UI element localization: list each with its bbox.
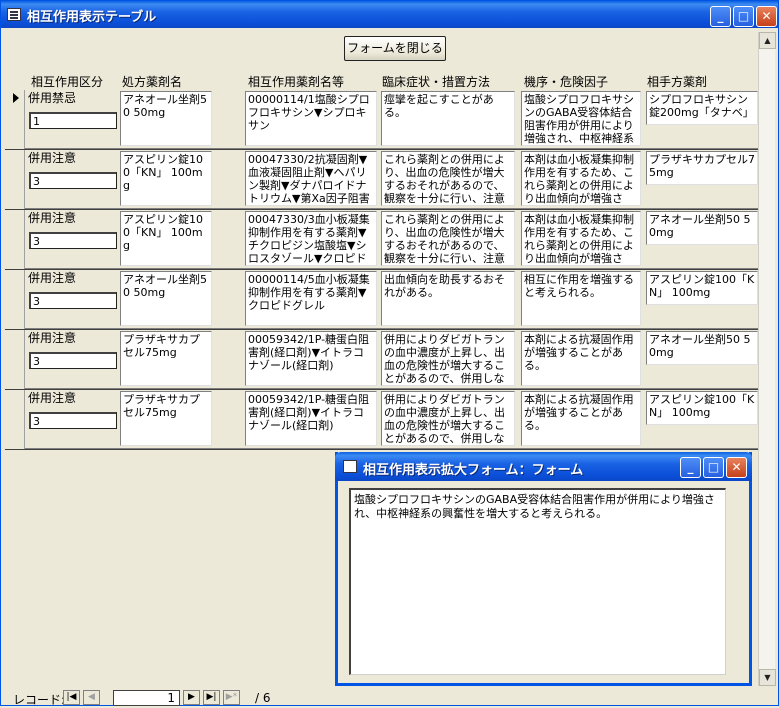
interaction-category-field[interactable]: 併用禁忌 — [27, 91, 119, 107]
header-mechanism: 機序・危険因子 — [524, 75, 609, 89]
maximize-button[interactable]: □ — [733, 6, 754, 27]
current-record-arrow-icon — [13, 93, 19, 103]
popup-form-icon — [343, 460, 357, 473]
table-row[interactable]: 併用注意 3 プラザキサカプセル75mg 00059342/1P-糖蛋白阻害剤(経口剤… — [5, 390, 775, 449]
scroll-down-icon[interactable]: ▼ — [759, 669, 776, 686]
minimize-button[interactable]: _ — [710, 6, 731, 27]
drug-field[interactable]: アネオール坐剤50 50mg — [120, 271, 212, 326]
vertical-scrollbar[interactable]: ▲ ▼ — [758, 32, 776, 686]
interaction-category-field[interactable]: 併用注意 — [27, 331, 119, 347]
clinical-field[interactable]: これら薬剤との併用により、出血の危険性が増大するおそれがあるので、観察を十分に行… — [381, 211, 515, 266]
partner-field[interactable]: シプロフロキサシン錠200mg「タナベ」 — [646, 91, 758, 125]
record-number-input[interactable]: 1 — [113, 690, 180, 706]
interact-field[interactable]: 00047330/3血小板凝集抑制作用を有する薬剤▼チクロピジン塩酸塩▼シロスタ… — [245, 211, 377, 266]
partner-field[interactable]: アネオール坐剤50 50mg — [646, 211, 758, 245]
interact-field[interactable]: 00000114/5血小板凝集抑制作用を有する薬剤▼クロピドグレル — [245, 271, 377, 326]
close-button[interactable]: ✕ — [756, 6, 777, 27]
popup-title: 相互作用表示拡大フォーム：フォーム — [363, 463, 584, 478]
clinical-field[interactable]: 出血傾向を助長するおそれがある。 — [381, 271, 515, 326]
record-selector[interactable] — [5, 270, 25, 329]
clinical-field[interactable]: 併用によりダビガトランの血中濃度が上昇し、出血の危険性が増大することがあるので、… — [381, 391, 515, 446]
drug-field[interactable]: プラザキサカプセル75mg — [120, 331, 212, 386]
scroll-up-icon[interactable]: ▲ — [759, 32, 776, 49]
popup-detail-text[interactable]: 塩酸シプロフロキサシンのGABA受容体結合阻害作用が併用により増強され、中枢神経… — [349, 488, 726, 675]
table-row[interactable]: 併用注意 3 アスピリン錠100「KN」 100mg 00047330/3血小板凝集抑… — [5, 210, 775, 269]
partner-field[interactable]: アスピリン錠100「KN」 100mg — [646, 391, 758, 425]
header-interact: 相互作用薬剤名等 — [248, 75, 345, 89]
table-row[interactable]: 併用禁忌 1 アネオール坐剤50 50mg 00000114/1塩酸シプロフロキサシン… — [5, 90, 775, 149]
interact-field[interactable]: 00059342/1P-糖蛋白阻害剤(経口剤)▼イトラコナゾール(経口剤) — [245, 331, 377, 386]
category-number-field[interactable]: 1 — [29, 112, 117, 129]
clinical-field[interactable]: これら薬剤との併用により、出血の危険性が増大するおそれがあるので、観察を十分に行… — [381, 151, 515, 206]
next-record-icon[interactable]: ▶ — [183, 690, 200, 705]
window-title: 相互作用表示テーブル — [27, 10, 157, 25]
record-selector[interactable] — [5, 90, 25, 149]
partner-field[interactable]: アスピリン錠100「KN」 100mg — [646, 271, 758, 305]
header-clinical: 臨床症状・措置方法 — [382, 75, 491, 89]
header-kubun: 相互作用区分 — [31, 75, 104, 89]
row-divider — [5, 449, 775, 450]
record-total: / 6 — [255, 691, 271, 705]
partner-field[interactable]: プラザキサカプセル75mg — [646, 151, 758, 185]
clinical-field[interactable]: 併用によりダビガトランの血中濃度が上昇し、出血の危険性が増大することがあるので、… — [381, 331, 515, 386]
category-number-field[interactable]: 3 — [29, 292, 117, 309]
mechanism-field[interactable]: 本剤は血小板凝集抑制作用を有するため、これら薬剤との併用により出血傾向が増強さ — [521, 151, 641, 206]
interact-field[interactable]: 00000114/1塩酸シプロフロキサシン▼シプロキサン — [245, 91, 377, 146]
interaction-category-field[interactable]: 併用注意 — [27, 211, 119, 227]
partner-field[interactable]: アネオール坐剤50 50mg — [646, 331, 758, 365]
drug-field[interactable]: アスピリン錠100「KN」 100mg — [120, 211, 212, 266]
drug-field[interactable]: アネオール坐剤50 50mg — [120, 91, 212, 146]
header-partner: 相手方薬剤 — [647, 75, 708, 89]
popup-minimize-button[interactable]: _ — [680, 457, 701, 478]
record-selector[interactable] — [5, 330, 25, 389]
drug-field[interactable]: アスピリン錠100「KN」 100mg — [120, 151, 212, 206]
mechanism-field[interactable]: 相互に作用を増強すると考えられる。 — [521, 271, 641, 326]
popup-title-bar[interactable]: 相互作用表示拡大フォーム：フォーム _ □ ✕ — [335, 452, 752, 481]
popup-maximize-button[interactable]: □ — [703, 457, 724, 478]
record-selector[interactable] — [5, 390, 25, 449]
zoom-popup-window: 相互作用表示拡大フォーム：フォーム _ □ ✕ 塩酸シプロフロキサシンのGABA… — [335, 452, 752, 686]
interaction-category-field[interactable]: 併用注意 — [27, 151, 119, 167]
interact-field[interactable]: 00059342/1P-糖蛋白阻害剤(経口剤)▼イトラコナゾール(経口剤) — [245, 391, 377, 446]
first-record-icon[interactable]: |◀ — [63, 690, 80, 705]
table-row[interactable]: 併用注意 3 アネオール坐剤50 50mg 00000114/5血小板凝集抑制作用を有… — [5, 270, 775, 329]
prev-record-icon[interactable]: ◀ — [83, 690, 100, 705]
record-navigator: レコード: |◀ ◀ 1 ▶ ▶| ▶* / 6 — [5, 689, 760, 707]
mechanism-field[interactable]: 本剤による抗凝固作用が増強することがある。 — [521, 331, 641, 386]
header-drug: 処方薬剤名 — [122, 75, 183, 89]
table-row[interactable]: 併用注意 3 アスピリン錠100「KN」 100mg 00047330/2抗凝固剤▼血… — [5, 150, 775, 209]
record-selector[interactable] — [5, 210, 25, 269]
form-icon — [7, 8, 21, 21]
mechanism-field[interactable]: 塩酸シプロフロキサシンのGABA受容体結合阻害作用が併用により増強され、中枢神経… — [521, 91, 641, 146]
record-selector[interactable] — [5, 150, 25, 209]
interaction-category-field[interactable]: 併用注意 — [27, 391, 119, 407]
category-number-field[interactable]: 3 — [29, 172, 117, 189]
record-label: レコード: — [13, 693, 66, 707]
category-number-field[interactable]: 3 — [29, 352, 117, 369]
mechanism-field[interactable]: 本剤は血小板凝集抑制作用を有するため、これら薬剤との併用により出血傾向が増強さ — [521, 211, 641, 266]
category-number-field[interactable]: 3 — [29, 232, 117, 249]
close-form-button[interactable]: フォームを閉じる — [344, 36, 446, 61]
category-number-field[interactable]: 3 — [29, 412, 117, 429]
table-row[interactable]: 併用注意 3 プラザキサカプセル75mg 00059342/1P-糖蛋白阻害剤(経口剤… — [5, 330, 775, 389]
drug-field[interactable]: プラザキサカプセル75mg — [120, 391, 212, 446]
last-record-icon[interactable]: ▶| — [203, 690, 220, 705]
title-bar[interactable]: 相互作用表示テーブル _ □ ✕ — [1, 1, 778, 28]
mechanism-field[interactable]: 本剤による抗凝固作用が増強することがある。 — [521, 391, 641, 446]
clinical-field[interactable]: 痙攣を起こすことがある。 — [381, 91, 515, 146]
interact-field[interactable]: 00047330/2抗凝固剤▼血液凝固阻止剤▼ヘパリン製剤▼ダナパロイドナトリウ… — [245, 151, 377, 206]
interaction-category-field[interactable]: 併用注意 — [27, 271, 119, 287]
popup-close-button[interactable]: ✕ — [726, 457, 747, 478]
new-record-icon[interactable]: ▶* — [223, 690, 240, 705]
